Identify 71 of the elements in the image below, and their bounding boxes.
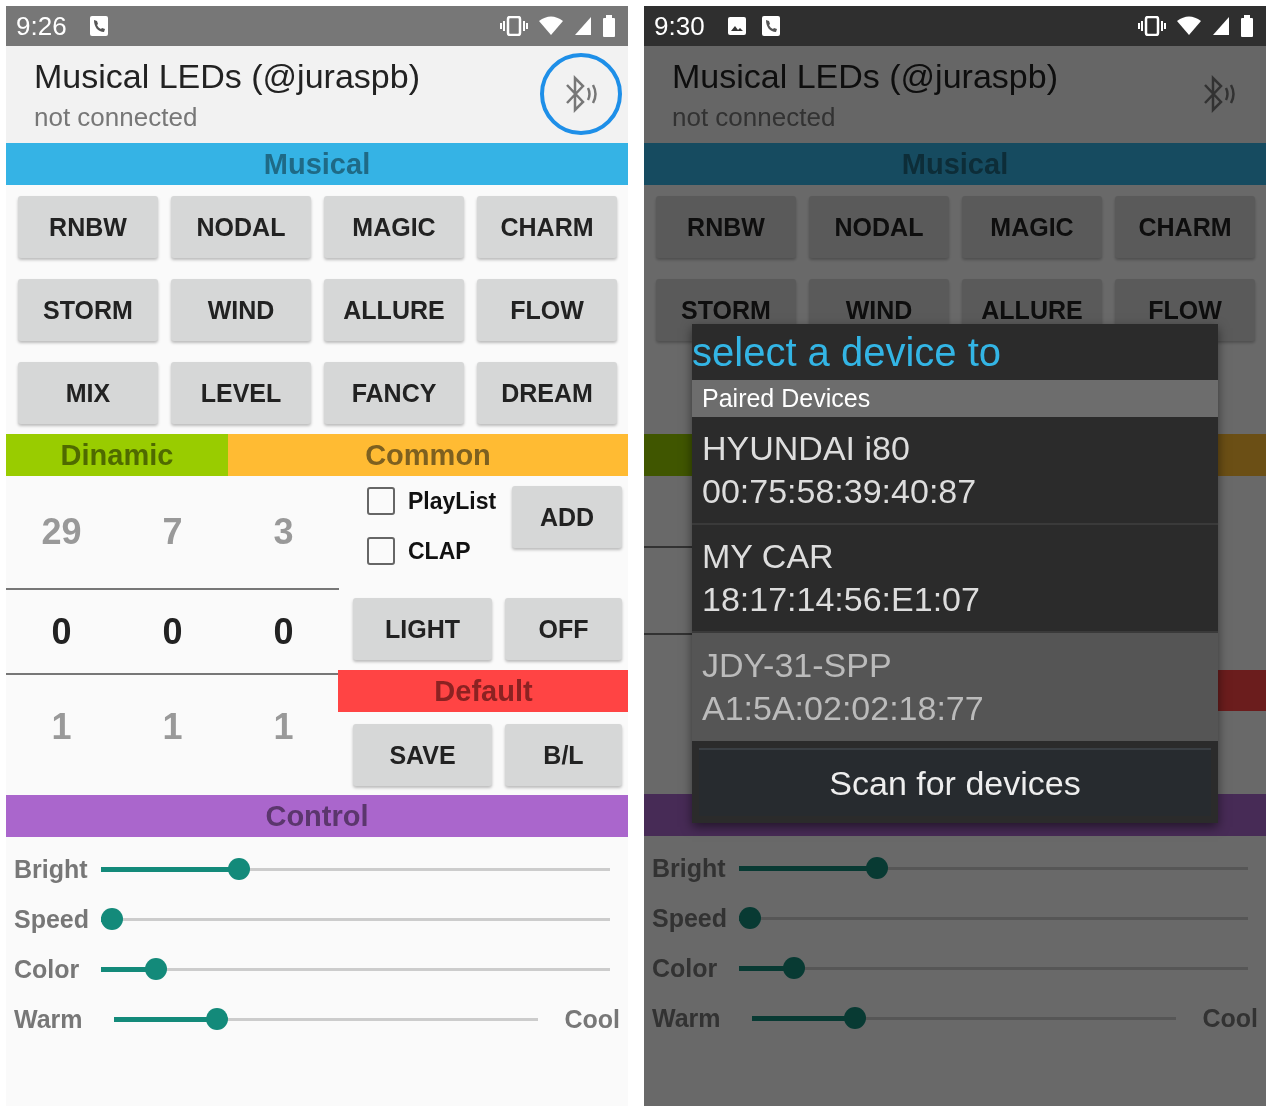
picker-value[interactable]: 0 [228,588,339,675]
slider-label: Warm [14,1004,84,1034]
phone-icon [88,15,109,37]
slider-thumb[interactable] [144,958,167,980]
slider-thumb[interactable] [101,908,123,930]
picker-value[interactable]: 0 [6,588,117,675]
picker-value[interactable]: 0 [117,588,228,675]
action-button[interactable]: B/L [505,724,622,786]
app-title: Musical LEDs (@juraspb) [34,56,421,96]
section-header: Common [228,434,628,476]
slider-thumb[interactable] [206,1008,229,1030]
slider-thumb[interactable] [227,858,250,880]
mode-button[interactable]: NODAL [171,196,311,258]
image-icon [726,16,747,36]
action-button[interactable]: LIGHT [353,598,492,660]
slider-label: Speed [14,904,91,934]
signal-icon [574,16,592,36]
list-header: Paired Devices [692,380,1218,417]
status-time: 9:26 [16,10,67,42]
mode-button[interactable]: FLOW [477,279,617,341]
wifi-icon [538,16,564,36]
section-header: Musical [6,143,628,185]
section-header: Dinamic [6,434,228,476]
battery-icon [602,15,616,37]
checkbox-label: CLAP [408,537,471,565]
signal-icon [1212,16,1230,36]
section-header: Control [6,795,628,837]
slider-label: Bright [14,854,89,884]
mode-button[interactable]: DREAM [477,362,617,424]
wifi-icon [1176,16,1202,36]
mode-button[interactable]: CHARM [477,196,617,258]
slider-label: Cool [564,1004,620,1034]
action-button[interactable]: SAVE [353,724,492,786]
app-title: Musical LEDs (@juraspb) [672,56,1059,96]
mode-button[interactable]: WIND [171,279,311,341]
scan-button[interactable]: Scan for devices [699,748,1211,816]
phone-icon [760,15,781,37]
battery-icon [1240,15,1254,37]
bluetooth-button[interactable] [540,52,622,135]
mode-button[interactable]: MAGIC [324,196,464,258]
mode-button[interactable]: LEVEL [171,362,311,424]
checkbox[interactable] [367,537,395,565]
slider-label: Color [14,954,81,984]
slider-thumb[interactable] [865,857,888,879]
device-name: MY CAR [702,536,835,577]
vibrate-icon [500,16,528,36]
bluetooth-icon [1201,74,1237,113]
vibrate-icon [1138,16,1166,36]
device-item[interactable]: JDY-31-SPP A1:5A:02:02:18:77 [692,633,1218,741]
device-address: 00:75:58:39:40:87 [702,471,978,512]
device-name: HYUNDAI i80 [702,428,911,469]
checkbox[interactable] [367,487,395,515]
status-time: 9:30 [654,10,705,42]
device-address: 18:17:14:56:E1:07 [702,579,981,620]
slider-thumb[interactable] [844,1007,867,1029]
device-address: A1:5A:02:02:18:77 [702,688,985,729]
connection-status: not connected [34,101,199,133]
mode-button[interactable]: ALLURE [324,279,464,341]
device-name: JDY-31-SPP [702,645,893,686]
mode-button[interactable]: STORM [18,279,158,341]
slider-thumb[interactable] [739,907,761,929]
slider-thumb[interactable] [782,957,805,979]
action-button[interactable]: OFF [505,598,622,660]
mode-button[interactable]: FANCY [324,362,464,424]
section-header: Default [338,670,628,712]
mode-button[interactable]: MIX [18,362,158,424]
add-button[interactable]: ADD [512,486,622,548]
device-item[interactable]: HYUNDAI i80 00:75:58:39:40:87 [692,417,1218,525]
mode-button[interactable]: RNBW [18,196,158,258]
checkbox-label: PlayList [408,487,497,515]
bluetooth-icon [563,74,599,113]
